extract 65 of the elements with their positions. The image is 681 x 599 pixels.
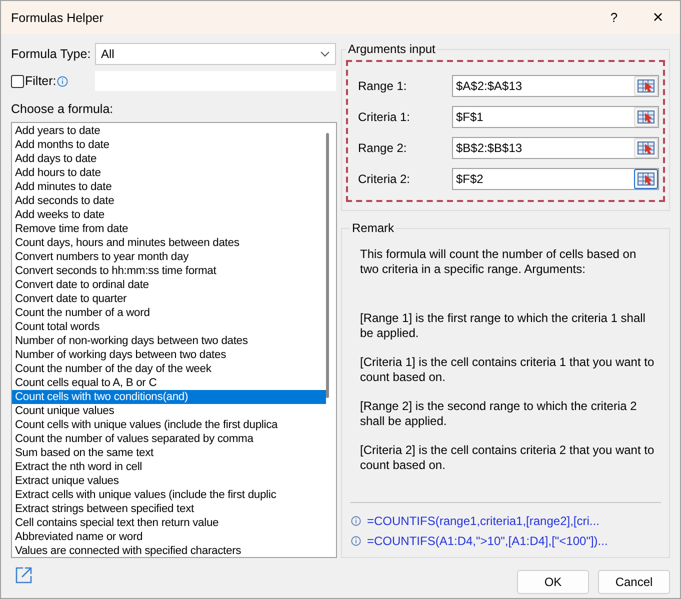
formula-item[interactable]: Extract strings between specified text <box>12 502 326 516</box>
argument-label: Range 2: <box>358 140 408 154</box>
chevron-down-icon <box>320 51 330 57</box>
help-button[interactable]: ? <box>592 1 636 34</box>
formula-item[interactable]: Extract unique values <box>12 474 326 488</box>
formula-item[interactable]: Extract cells with unique values (include the first duplic <box>12 488 326 502</box>
argument-label: Criteria 2: <box>358 172 412 186</box>
remark-text: This formula will count the number of cells based on two criteria in a specific range. Arguments: <box>360 247 638 277</box>
argument-field[interactable]: $F$1 <box>452 106 659 128</box>
formula-item[interactable]: Number of working days between two dates <box>12 348 326 362</box>
scrollbar-thumb[interactable] <box>326 133 329 398</box>
info-icon <box>351 516 361 526</box>
formula-item[interactable]: Count total words <box>12 320 326 334</box>
formula-item[interactable]: Convert date to ordinal date <box>12 278 326 292</box>
remark-text: [Range 2] is the second range to which the criteria 2 shall be applied. <box>360 399 638 429</box>
remark-text: [Range 1] is the first range to which the criteria 1 shall be applied. <box>360 311 646 341</box>
arguments-title: Arguments input <box>347 42 436 56</box>
formula-item[interactable]: Convert seconds to hh:mm:ss time format <box>12 264 326 278</box>
formula-item[interactable]: Count days, hours and minutes between dates <box>12 236 326 250</box>
dialog-button[interactable]: Cancel <box>598 570 670 594</box>
info-icon[interactable] <box>57 76 68 86</box>
formula-item[interactable]: Add hours to date <box>12 166 326 180</box>
remark-text: [Criteria 1] is the cell contains criteria 1 that you want to count based on. <box>360 355 656 385</box>
formula-item[interactable]: Add seconds to date <box>12 194 326 208</box>
argument-field[interactable]: $A$2:$A$13 <box>452 74 659 96</box>
formula-item[interactable]: Count cells with unique values (include the first duplica <box>12 418 326 432</box>
formula-item[interactable]: Count the number of values separated by comma <box>12 432 326 446</box>
argument-label: Range 1: <box>358 78 408 92</box>
formula-item[interactable]: Extract the nth word in cell <box>12 460 326 474</box>
range-select-button[interactable] <box>634 168 658 188</box>
formula-item[interactable]: Abbreviated name or word <box>12 530 326 544</box>
formula-item[interactable]: Count the number of the day of the week <box>12 362 326 376</box>
info-icon <box>351 536 361 546</box>
formula-item[interactable]: Number of non-working days between two dates <box>12 334 326 348</box>
formula-item[interactable]: Values are connected with specified characters <box>12 544 326 557</box>
external-link-icon[interactable] <box>15 566 33 584</box>
formula-item[interactable]: Sum based on the same text <box>12 446 326 460</box>
formula-item[interactable]: Add months to date <box>12 138 326 152</box>
formula-type-dropdown[interactable]: All <box>95 43 336 65</box>
argument-field[interactable]: $B$2:$B$13 <box>452 136 659 158</box>
filter-checkbox[interactable] <box>11 74 24 88</box>
formula-item[interactable]: Add days to date <box>12 152 326 166</box>
filter-label: Filter: <box>25 74 56 88</box>
close-button[interactable]: × <box>636 1 680 34</box>
formula-item[interactable]: Remove time from date <box>12 222 326 236</box>
formula-item[interactable]: Add weeks to date <box>12 208 326 222</box>
formula-item[interactable]: Add years to date <box>12 124 326 138</box>
argument-label: Criteria 1: <box>358 110 412 124</box>
formula-type-label: Formula Type: <box>11 47 92 61</box>
remark-text: [Criteria 2] is the cell contains criteria 2 that you want to count based on. <box>360 443 656 473</box>
window-title: Formulas Helper <box>10 10 104 24</box>
formula-item[interactable]: Count cells equal to A, B or C <box>12 376 326 390</box>
formula-item[interactable]: Count cells with two conditions(and) <box>12 390 326 404</box>
formula-item[interactable]: Add minutes to date <box>12 180 326 194</box>
argument-field[interactable]: $F$2 <box>452 168 659 190</box>
formula-item[interactable]: Convert date to quarter <box>12 292 326 306</box>
formula-item[interactable]: Count unique values <box>12 404 326 418</box>
formula-item[interactable]: Cell contains special text then return value <box>12 516 326 530</box>
formula-text: =COUNTIFS(A1:D4,">10",[A1:D4],["<100"])... <box>367 534 608 548</box>
remark-title: Remark <box>351 221 396 235</box>
choose-formula-label: Choose a formula: <box>11 102 114 116</box>
dialog-button[interactable]: OK <box>517 570 589 594</box>
formula-item[interactable]: Convert numbers to year month day <box>12 250 326 264</box>
formula-item[interactable]: Count the number of a word <box>12 306 326 320</box>
formula-text: =COUNTIFS(range1,criteria1,[range2],[cri... <box>367 514 600 528</box>
